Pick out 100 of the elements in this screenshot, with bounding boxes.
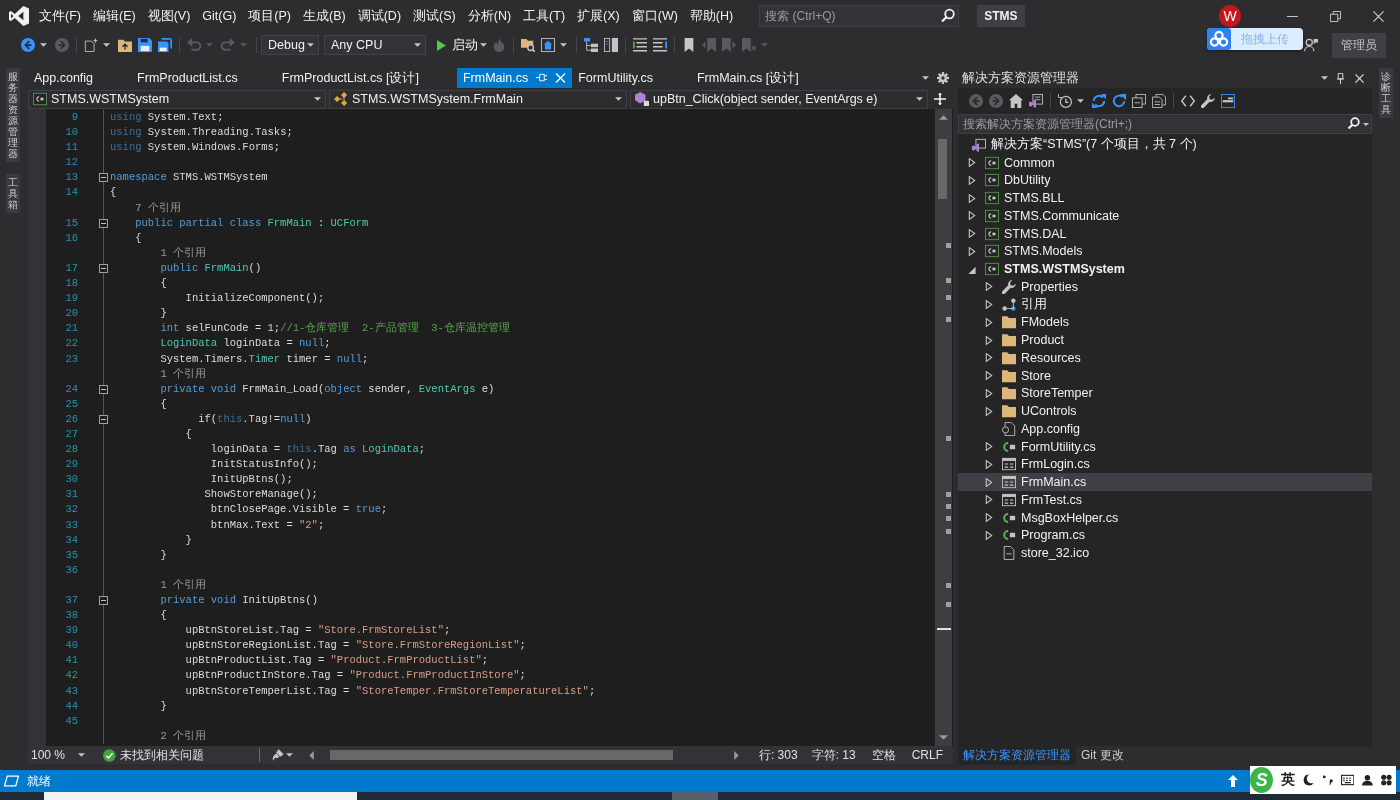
wrench-icon[interactable] (1201, 94, 1215, 108)
caret-down-icon[interactable] (939, 735, 948, 740)
menu-item[interactable]: 帮助(H) (683, 5, 740, 27)
expand-arrow-icon[interactable] (968, 158, 976, 168)
tree-item[interactable]: STMS.Communicate (958, 207, 1372, 225)
open-folder-icon[interactable] (118, 38, 132, 52)
save-all-icon[interactable] (158, 38, 172, 52)
moon-icon[interactable] (1303, 774, 1315, 786)
tree-item[interactable]: 解决方案“STMS”(7 个项目，共 7 个) (958, 136, 1372, 154)
bookmark-icon[interactable] (682, 38, 696, 52)
expand-arrow-icon[interactable] (985, 353, 993, 363)
navigation-dropdown[interactable]: upBtn_Click(object sender, EventArgs e) (630, 89, 928, 109)
caret-down-icon[interactable] (78, 753, 86, 757)
configuration-dropdown[interactable]: Debug (261, 35, 319, 55)
menu-item[interactable]: 编辑(E) (86, 5, 142, 27)
tree-item[interactable]: Properties (958, 278, 1372, 296)
tree-item[interactable]: FrmTest.cs (958, 491, 1372, 509)
brush-icon[interactable] (272, 749, 284, 761)
expand-arrow-icon[interactable] (968, 193, 976, 203)
navigation-dropdown[interactable]: STMS.WSTMSystem.FrmMain (329, 89, 627, 109)
expand-arrow-icon[interactable] (968, 246, 976, 256)
keyboard-icon[interactable] (1340, 774, 1355, 786)
tree-item[interactable]: FrmMain.cs (958, 473, 1372, 491)
show-all-files-icon[interactable] (1152, 94, 1166, 108)
menu-item[interactable]: 工具(T) (517, 5, 572, 27)
navigation-dropdown[interactable]: STMS.WSTMSystem (28, 89, 326, 109)
caret-down-icon[interactable] (1077, 99, 1084, 103)
save-icon[interactable] (138, 38, 152, 52)
caret-down-icon[interactable] (1321, 76, 1328, 80)
window-outline-icon[interactable] (4, 775, 19, 787)
uncomment-lines-icon[interactable] (653, 38, 667, 52)
reference-count-link[interactable]: 7 个引用 (135, 200, 181, 216)
tree-item[interactable]: FrmLogin.cs (958, 455, 1372, 474)
split-window-icon[interactable] (934, 93, 946, 105)
refresh-icon[interactable] (1112, 94, 1126, 108)
menu-item[interactable]: 文件(F) (33, 5, 87, 27)
tree-item[interactable]: STMS.Models (958, 242, 1372, 261)
side-tab[interactable]: 服务器资源管理器 (6, 68, 20, 162)
caret-down-icon[interactable] (285, 753, 293, 757)
tree-item[interactable]: Product (958, 331, 1372, 349)
expand-arrow-icon[interactable] (985, 442, 993, 452)
caret-down-icon[interactable] (916, 97, 923, 101)
expand-arrow-icon[interactable] (985, 282, 993, 292)
columns-icon[interactable] (604, 38, 618, 52)
restore-icon[interactable] (1330, 10, 1341, 22)
expand-arrow-icon[interactable] (985, 530, 993, 540)
document-tab[interactable]: FrmMain.cs [设计] (691, 68, 837, 88)
expand-arrow-icon[interactable] (968, 175, 976, 185)
expand-arrow-icon[interactable] (968, 229, 976, 239)
side-tab[interactable]: 工具箱 (6, 174, 20, 213)
collapse-toggle-icon[interactable] (99, 414, 108, 424)
caret-down-icon[interactable] (103, 43, 110, 47)
caret-down-icon[interactable] (40, 43, 47, 47)
expand-arrow-icon[interactable] (985, 335, 993, 345)
caret-right-icon[interactable] (733, 750, 739, 760)
menu-item[interactable]: 调试(D) (351, 5, 408, 27)
reference-count-link[interactable]: 1 个引用 (160, 366, 206, 382)
search-field[interactable]: 搜索解决方案资源管理器(Ctrl+;) (958, 114, 1342, 134)
minimize-icon[interactable] (1287, 15, 1298, 17)
collapse-toggle-icon[interactable] (99, 384, 108, 394)
expand-arrow-icon[interactable] (985, 406, 993, 416)
caret-down-icon[interactable] (480, 43, 487, 47)
indentation-mode[interactable]: 空格 (871, 746, 896, 764)
person-icon[interactable] (1304, 38, 1318, 52)
caret-down-icon[interactable] (922, 76, 929, 80)
new-file-icon[interactable] (84, 38, 98, 52)
start-button[interactable]: 启动 (437, 36, 478, 54)
caret-down-icon[interactable] (615, 97, 622, 101)
collapse-toggle-icon[interactable] (99, 596, 108, 606)
tree-item[interactable]: STMS.BLL (958, 189, 1372, 207)
expand-arrow-icon[interactable] (985, 300, 993, 310)
play-icon[interactable] (437, 39, 446, 51)
admin-button[interactable]: 管理员 (1332, 32, 1386, 58)
menu-item[interactable]: 视图(V) (141, 5, 197, 27)
caret-down-icon[interactable] (307, 43, 314, 47)
tree-item[interactable]: 引用 (958, 295, 1372, 314)
menu-item[interactable]: 扩展(X) (571, 5, 626, 27)
grid-icon[interactable] (1381, 774, 1392, 786)
collapse-toggle-icon[interactable] (99, 218, 108, 228)
collapse-toggle-icon[interactable] (99, 173, 108, 183)
scrollbar-thumb[interactable] (938, 139, 947, 199)
menu-item[interactable]: 窗口(W) (625, 5, 684, 27)
tree-item[interactable]: store_32.ico (958, 544, 1372, 562)
expand-arrow-icon[interactable] (985, 459, 993, 469)
expand-arrow-icon[interactable] (985, 495, 993, 505)
panel-tab[interactable]: Git 更改 (1076, 745, 1129, 765)
account-avatar[interactable]: W (1219, 5, 1241, 27)
vertical-scrollbar[interactable] (935, 109, 952, 746)
reference-count-link[interactable]: 1 个引用 (160, 245, 206, 261)
pin-icon[interactable] (1336, 72, 1345, 84)
person-icon[interactable] (1362, 774, 1374, 786)
close-icon[interactable] (1373, 10, 1384, 22)
line-position[interactable]: 行: 303 (758, 746, 798, 764)
settings-icon[interactable] (937, 72, 949, 84)
side-tab[interactable]: 诊断工具 (1379, 68, 1393, 118)
caret-down-icon[interactable] (314, 97, 321, 101)
caret-left-icon[interactable] (308, 750, 314, 760)
expand-arrow-icon[interactable] (968, 211, 976, 221)
reference-count-link[interactable]: 2 个引用 (160, 728, 206, 744)
tree-item[interactable]: StoreTemper (958, 384, 1372, 403)
